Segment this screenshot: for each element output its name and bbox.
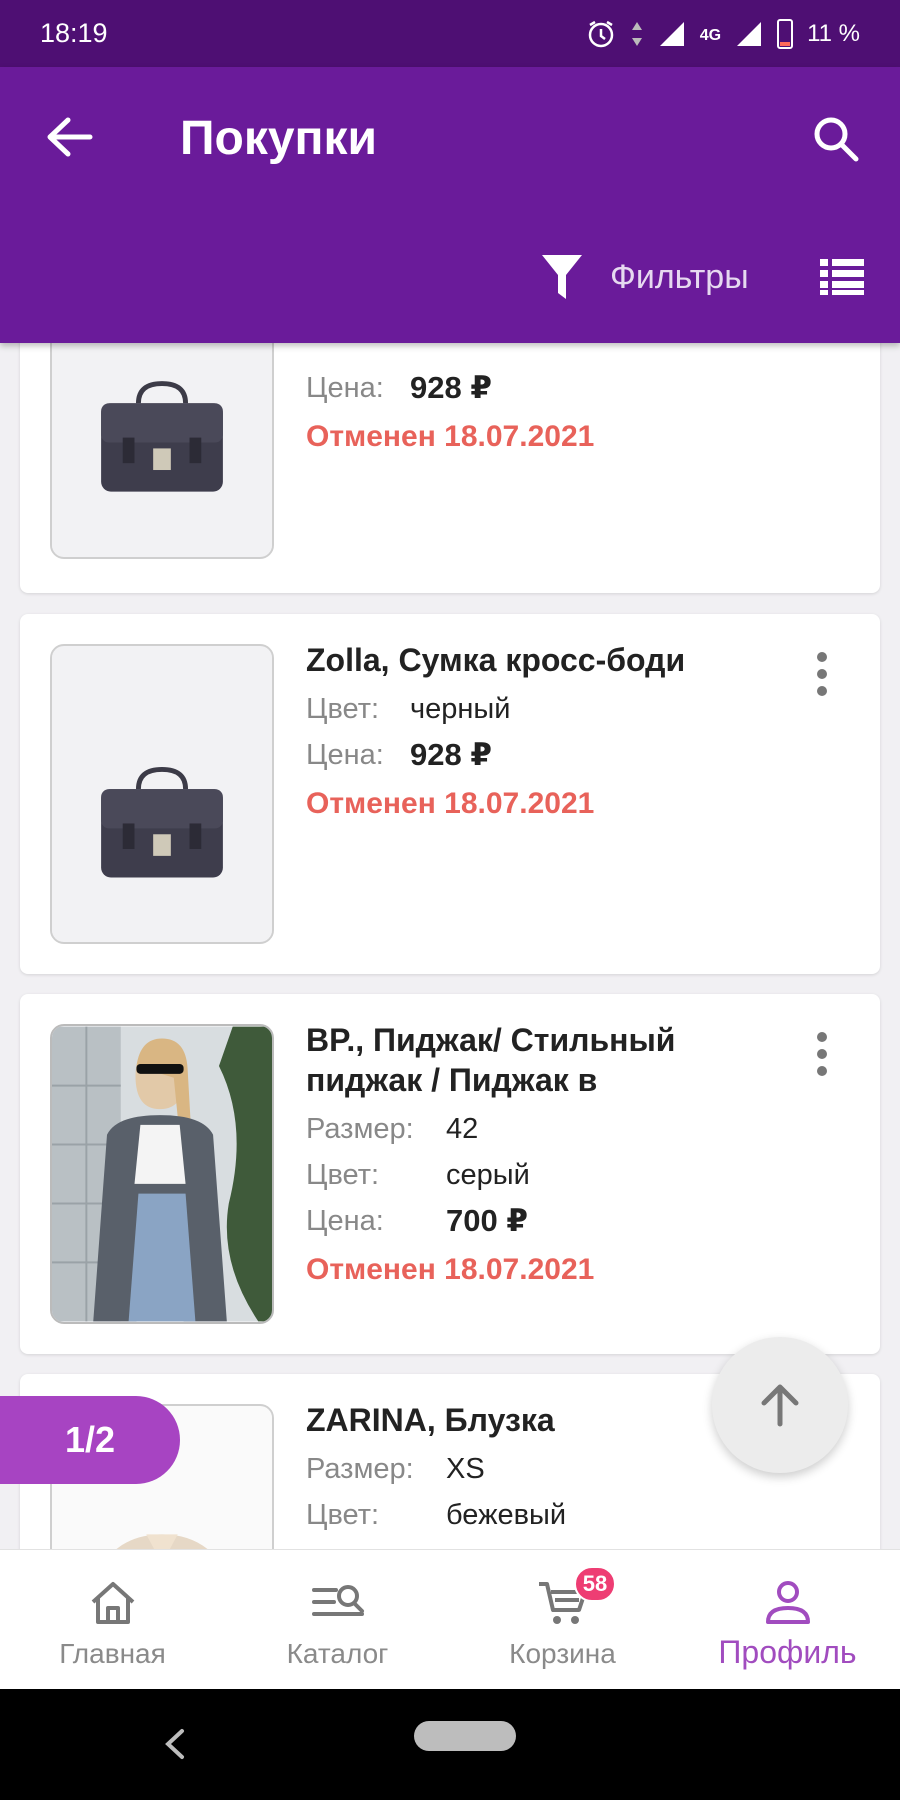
- color-row: Цвет: бежевый: [306, 1492, 800, 1538]
- color-row: Цвет: серый: [306, 1152, 800, 1198]
- color-row: Цвет: черный: [306, 686, 800, 732]
- order-status: Отменен 18.07.2021: [306, 1253, 595, 1286]
- price-row: Цена: 700 ₽: [306, 1198, 800, 1244]
- order-info: Zolla, Сумка кросс-боди Цвет: черный Цена…: [306, 640, 800, 830]
- arrow-up-icon: [761, 1384, 799, 1427]
- nav-home-label: Главная: [59, 1638, 166, 1669]
- color-label: Цвет:: [306, 1499, 380, 1531]
- nav-profile[interactable]: Профиль: [675, 1550, 900, 1689]
- status-icons: 4G 11 %: [586, 18, 860, 49]
- system-home-pill[interactable]: [414, 1721, 516, 1751]
- size-value: XS: [446, 1453, 485, 1485]
- nav-profile-label: Профиль: [718, 1634, 857, 1670]
- signal-icon: [659, 21, 684, 46]
- color-label: Цвет:: [306, 1159, 380, 1191]
- jacket-model-image: [52, 1026, 272, 1322]
- color-value: серый: [446, 1159, 530, 1191]
- color-label: Цвет:: [306, 693, 380, 725]
- nav-cart[interactable]: 58 Корзина: [450, 1550, 675, 1689]
- data-arrows-icon: [631, 21, 642, 46]
- filter-funnel-icon: [542, 255, 582, 299]
- search-icon[interactable]: [812, 115, 860, 163]
- product-title: BP., Пиджак/ Стильный пиджак / Пиджак в: [306, 1022, 676, 1098]
- nav-catalog-label: Каталог: [286, 1638, 389, 1669]
- system-back-icon[interactable]: [160, 1727, 190, 1761]
- price-label: Цена:: [306, 372, 384, 404]
- nav-home[interactable]: Главная: [0, 1550, 225, 1689]
- order-info: BP., Пиджак/ Стильный пиджак / Пиджак в …: [306, 1020, 800, 1296]
- order-card[interactable]: Zolla, Сумка кросс-боди Цвет: черный Цена…: [20, 614, 880, 974]
- battery-percent: 11 %: [807, 19, 860, 47]
- order-status: Отменен 18.07.2021: [306, 420, 595, 453]
- price-value: 928 ₽: [410, 737, 492, 772]
- order-status: Отменен 18.07.2021: [306, 787, 595, 820]
- price-label: Цена:: [306, 1205, 384, 1237]
- size-row: Размер: XS: [306, 1446, 800, 1492]
- product-title: Zolla, Сумка кросс-боди: [306, 642, 686, 678]
- profile-icon: [765, 1581, 810, 1624]
- order-info: Цена: 928 ₽ Отменен 18.07.2021: [306, 365, 800, 463]
- size-label: Размер:: [306, 1113, 414, 1145]
- color-value: черный: [410, 693, 511, 725]
- product-image-bag[interactable]: [50, 343, 274, 559]
- alarm-icon: [588, 20, 613, 47]
- app-bar: Покупки Фильтры: [0, 67, 900, 343]
- system-nav-bar: [0, 1689, 900, 1800]
- price-label: Цена:: [306, 739, 384, 771]
- network-type: 4G: [699, 26, 722, 44]
- battery-icon: [777, 18, 794, 49]
- scroll-to-top-button[interactable]: [712, 1337, 848, 1473]
- page-title: Покупки: [180, 112, 378, 165]
- back-arrow-icon[interactable]: [44, 115, 94, 159]
- list-view-icon[interactable]: [820, 257, 864, 297]
- bag-image: [52, 343, 272, 557]
- filters-label: Фильтры: [610, 257, 749, 296]
- size-label: Размер:: [306, 1453, 414, 1485]
- price-row: Цена: 928 ₽: [306, 365, 800, 411]
- color-value: бежевый: [446, 1499, 567, 1531]
- cart-count-badge: 58: [574, 1566, 616, 1602]
- nav-cart-label: Корзина: [509, 1638, 616, 1669]
- status-time: 18:19: [40, 18, 108, 48]
- price-value: 700 ₽: [446, 1203, 528, 1238]
- price-value: 928 ₽: [410, 370, 492, 405]
- size-row: Размер: 42: [306, 1106, 800, 1152]
- size-value: 42: [446, 1113, 479, 1145]
- bag-image: [52, 646, 272, 942]
- status-bar: 18:19 4G 11 %: [0, 0, 900, 67]
- more-options-icon[interactable]: [816, 652, 828, 696]
- filters-button[interactable]: Фильтры: [540, 253, 749, 301]
- home-icon: [91, 1582, 134, 1624]
- catalog-search-icon: [311, 1585, 364, 1616]
- more-options-icon[interactable]: [816, 1032, 828, 1076]
- order-card[interactable]: Цена: 928 ₽ Отменен 18.07.2021: [20, 343, 880, 593]
- product-image-jacket[interactable]: [50, 1024, 274, 1324]
- product-image-bag[interactable]: [50, 644, 274, 944]
- order-card[interactable]: BP., Пиджак/ Стильный пиджак / Пиджак в …: [20, 994, 880, 1354]
- page-indicator: 1/2: [0, 1396, 180, 1484]
- signal-icon-2: [737, 21, 762, 46]
- nav-catalog[interactable]: Каталог: [225, 1550, 450, 1689]
- bottom-navigation: Главная Каталог 58 Корзина Профиль: [0, 1549, 900, 1689]
- price-row: Цена: 928 ₽: [306, 732, 800, 778]
